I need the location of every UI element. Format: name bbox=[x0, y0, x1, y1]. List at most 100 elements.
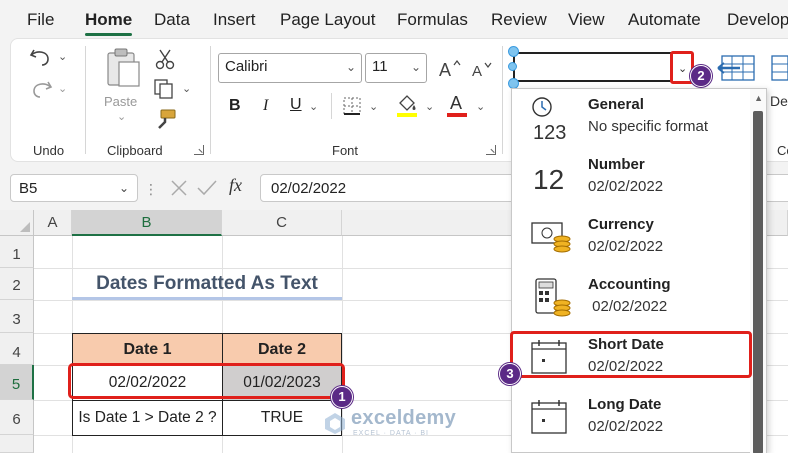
watermark-name: exceldemy bbox=[351, 407, 456, 429]
menu-view[interactable]: View bbox=[568, 10, 605, 30]
exceldemy-logo-icon bbox=[325, 413, 345, 434]
number-format-combo[interactable] bbox=[513, 52, 675, 82]
short-date-highlight-box bbox=[510, 331, 752, 378]
underline-chevron-icon[interactable]: ⌄ bbox=[309, 100, 318, 113]
formula-bar-grip-icon[interactable]: ⋮ bbox=[144, 181, 158, 198]
font-color-letter[interactable]: A bbox=[450, 93, 462, 114]
row-header-6[interactable]: 6 bbox=[0, 400, 34, 435]
clipboard-launcher-icon[interactable] bbox=[194, 145, 204, 155]
menu-bar: File Home Data Insert Page Layout Formul… bbox=[0, 0, 788, 38]
copy-icon[interactable] bbox=[153, 78, 175, 100]
cells-group-label: Ce bbox=[777, 143, 788, 158]
menu-data[interactable]: Data bbox=[154, 10, 190, 30]
ribbon-separator bbox=[85, 46, 86, 154]
select-all-corner[interactable] bbox=[0, 210, 34, 236]
menu-scrollbar[interactable]: ▲ bbox=[750, 89, 766, 453]
selection-handle[interactable] bbox=[508, 46, 519, 57]
format-name: General bbox=[588, 96, 644, 113]
chevron-down-icon: ⌄ bbox=[678, 63, 688, 75]
font-name-combo[interactable]: Calibri ⌄ bbox=[218, 53, 362, 83]
italic-button[interactable]: I bbox=[263, 97, 268, 115]
paste-label[interactable]: Paste bbox=[104, 94, 137, 109]
number-12-icon: 12 bbox=[533, 164, 564, 195]
selection-handle[interactable] bbox=[508, 62, 517, 71]
fill-color-bucket-icon[interactable] bbox=[396, 94, 418, 118]
format-name: Long Date bbox=[588, 396, 662, 413]
bold-button[interactable]: B bbox=[229, 97, 241, 115]
redo-icon[interactable] bbox=[28, 78, 54, 100]
delete-label[interactable]: De bbox=[770, 93, 788, 109]
confirm-check-icon bbox=[197, 180, 217, 196]
column-header-c[interactable]: C bbox=[222, 210, 342, 236]
paste-clipboard-icon[interactable] bbox=[104, 48, 142, 90]
underline-button[interactable]: U bbox=[290, 96, 302, 114]
font-size-chevron-icon[interactable]: ⌄ bbox=[411, 60, 421, 74]
increase-font-icon[interactable]: A bbox=[437, 57, 461, 79]
fill-color-chevron-icon[interactable]: ⌄ bbox=[425, 100, 434, 113]
row-header-4[interactable]: 4 bbox=[0, 333, 34, 365]
copy-chevron-icon[interactable]: ⌄ bbox=[182, 82, 191, 95]
menu-home[interactable]: Home bbox=[85, 10, 132, 30]
menu-insert[interactable]: Insert bbox=[213, 10, 256, 30]
menu-formulas[interactable]: Formulas bbox=[397, 10, 468, 30]
table-header-date-2[interactable]: Date 2 bbox=[222, 333, 342, 365]
paste-chevron-icon[interactable]: ⌄ bbox=[117, 110, 126, 123]
undo-group-label: Undo bbox=[33, 143, 65, 158]
name-box-chevron-icon[interactable]: ⌄ bbox=[119, 181, 129, 195]
font-name-chevron-icon[interactable]: ⌄ bbox=[346, 60, 356, 74]
name-box[interactable]: B5 ⌄ bbox=[10, 174, 138, 202]
scroll-up-arrow-icon[interactable]: ▲ bbox=[754, 93, 763, 103]
insert-function-icon[interactable]: fx bbox=[229, 175, 242, 196]
accounting-icon bbox=[535, 278, 571, 317]
step-badge-1: 1 bbox=[331, 386, 353, 408]
menu-file[interactable]: File bbox=[27, 10, 54, 30]
menu-developer[interactable]: Develop bbox=[727, 10, 788, 30]
borders-icon[interactable] bbox=[342, 96, 362, 116]
format-name: Currency bbox=[588, 216, 654, 233]
format-option-general[interactable]: 123 General No specific format bbox=[512, 89, 750, 149]
menu-automate[interactable]: Automate bbox=[628, 10, 701, 30]
name-box-value: B5 bbox=[19, 180, 38, 197]
undo-icon[interactable] bbox=[28, 46, 54, 68]
row-header-1[interactable]: 1 bbox=[0, 236, 34, 268]
watermark-tagline: EXCEL · DATA · BI bbox=[353, 430, 429, 437]
decrease-font-icon[interactable]: A bbox=[470, 58, 494, 80]
format-option-number[interactable]: 12 Number 02/02/2022 bbox=[512, 149, 750, 209]
step-badge-3: 3 bbox=[499, 363, 521, 385]
row-header-2[interactable]: 2 bbox=[0, 268, 34, 300]
formula-value: 02/02/2022 bbox=[271, 180, 347, 197]
menu-review[interactable]: Review bbox=[491, 10, 547, 30]
cut-scissors-icon[interactable] bbox=[154, 48, 176, 70]
format-sample: 02/02/2022 bbox=[588, 238, 664, 255]
font-size-combo[interactable]: 11 ⌄ bbox=[365, 53, 427, 83]
svg-text:123: 123 bbox=[533, 122, 566, 139]
format-sample: No specific format bbox=[588, 118, 709, 135]
column-header-b[interactable]: B bbox=[72, 210, 222, 236]
font-launcher-icon[interactable] bbox=[486, 145, 496, 155]
format-option-long-date[interactable]: Long Date 02/02/2022 bbox=[512, 389, 750, 449]
format-option-accounting[interactable]: Accounting 02/02/2022 bbox=[512, 269, 750, 329]
delete-cells-icon[interactable] bbox=[770, 52, 788, 86]
format-option-currency[interactable]: Currency 02/02/2022 bbox=[512, 209, 750, 269]
row-header-3[interactable]: 3 bbox=[0, 300, 34, 333]
svg-text:A: A bbox=[472, 63, 482, 80]
number-format-menu: 123 General No specific format 12 Number… bbox=[511, 88, 767, 453]
scrollbar-thumb[interactable] bbox=[753, 111, 763, 453]
format-painter-icon[interactable] bbox=[153, 108, 177, 132]
menu-page-layout[interactable]: Page Layout bbox=[280, 10, 375, 30]
svg-text:A: A bbox=[439, 60, 451, 79]
row-header-7[interactable] bbox=[0, 435, 34, 453]
table-header-date-1[interactable]: Date 1 bbox=[72, 333, 223, 365]
redo-chevron-icon[interactable]: ⌄ bbox=[58, 82, 67, 95]
cell-b6[interactable]: Is Date 1 > Date 2 ? bbox=[72, 400, 223, 436]
font-size-value: 11 bbox=[372, 58, 388, 75]
ribbon-separator bbox=[331, 93, 332, 119]
ribbon-separator bbox=[210, 46, 211, 154]
insert-cells-icon[interactable] bbox=[716, 52, 760, 86]
column-header-a[interactable]: A bbox=[34, 210, 72, 236]
svg-text:12: 12 bbox=[533, 164, 564, 195]
font-color-chevron-icon[interactable]: ⌄ bbox=[476, 100, 485, 113]
borders-chevron-icon[interactable]: ⌄ bbox=[369, 100, 378, 113]
undo-chevron-icon[interactable]: ⌄ bbox=[58, 50, 67, 63]
row-header-5[interactable]: 5 bbox=[0, 365, 34, 400]
